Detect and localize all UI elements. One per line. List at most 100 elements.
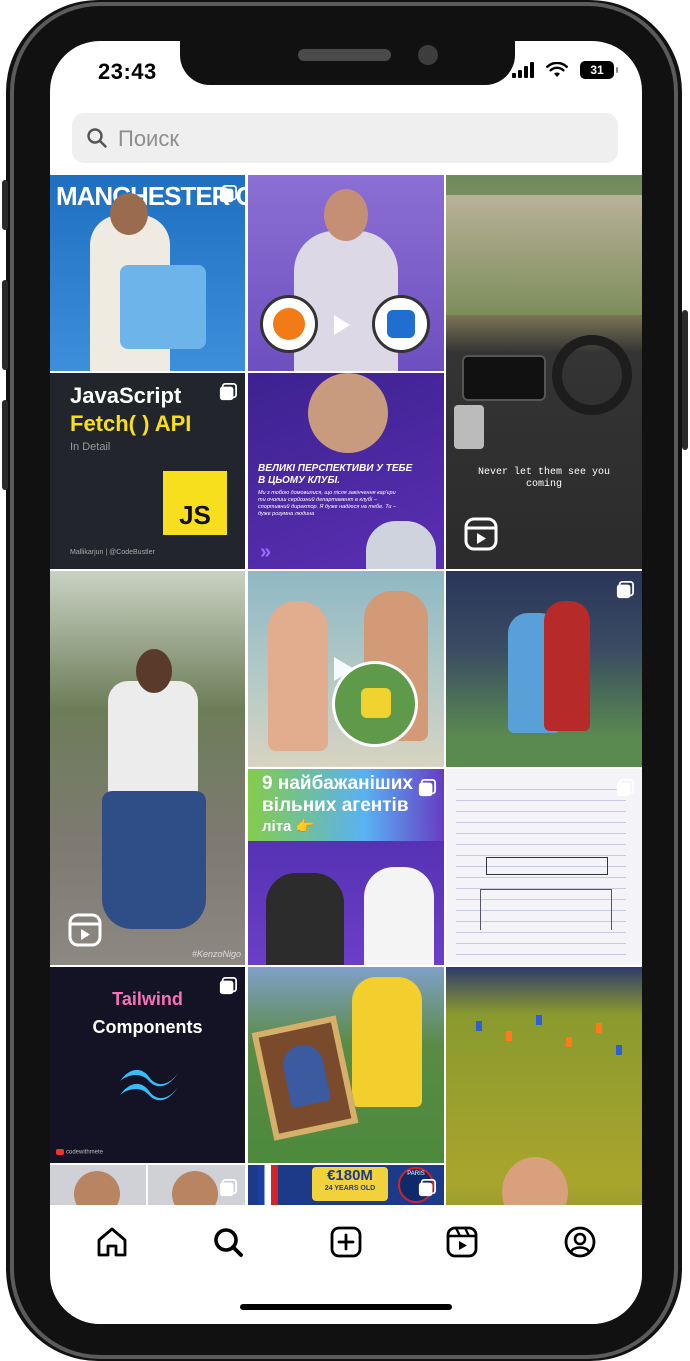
post-image-player-head: [502, 1157, 568, 1205]
post-image-man: [366, 521, 436, 569]
post-tile-free-agents[interactable]: 9 найбажаніших вільних агентів літа 👉: [248, 769, 444, 965]
front-camera: [418, 45, 438, 65]
post-tile-racing-sim[interactable]: Never let them see you coming: [446, 175, 642, 569]
status-time: 23:43: [98, 59, 157, 84]
post-image-player-right: [364, 867, 434, 965]
club-badge-text: PARIS: [407, 1171, 425, 1177]
profile-icon: [564, 1226, 596, 1258]
search-icon: [214, 1228, 243, 1257]
carousel-icon: [418, 1179, 436, 1197]
price-subtext: 24 YEARS OLD: [324, 1185, 376, 1192]
nav-search[interactable]: [208, 1222, 248, 1262]
post-line-2: Components: [92, 1017, 203, 1037]
post-image-jersey: [120, 265, 206, 349]
side-button-power: [682, 310, 688, 450]
reels-icon: [464, 517, 498, 551]
post-tile-fashion-street[interactable]: #KenzoNigo: [50, 571, 245, 965]
post-tile-ronaldo-right[interactable]: [148, 1165, 245, 1205]
post-line-1: JavaScript: [70, 383, 182, 408]
post-image-player-left: [268, 601, 328, 751]
post-tile-javascript-fetch[interactable]: JavaScript Fetch( ) API In Detail JS Mal…: [50, 373, 245, 569]
carousel-icon: [418, 779, 436, 797]
explore-grid: MANCHESTER CI Never let them see you com…: [50, 175, 642, 1205]
notch: [180, 41, 515, 85]
nav-reels[interactable]: [442, 1222, 482, 1262]
post-line-1: Tailwind: [112, 989, 183, 1009]
post-line-1: 9 найбажаніших: [262, 773, 413, 794]
youtube-icon: [56, 1149, 64, 1155]
search-bar[interactable]: Поиск: [72, 113, 618, 163]
carousel-icon: [219, 383, 237, 401]
price-banner: €180M 24 YEARS OLD: [312, 1167, 388, 1201]
post-image-player: [352, 977, 422, 1107]
post-caption-line-2: coming: [525, 479, 562, 490]
post-image-trousers: [102, 791, 206, 929]
speaker: [298, 49, 391, 61]
nav-profile[interactable]: [560, 1222, 600, 1262]
post-image-head: [110, 193, 148, 235]
side-button-volume-down: [2, 400, 8, 490]
post-image-wheel: [552, 335, 632, 415]
post-tile-beach-footballers[interactable]: [248, 571, 444, 767]
post-headline: MANCHESTER CI: [56, 181, 245, 211]
search-icon: [87, 128, 107, 148]
chevrons-icon: »: [260, 541, 272, 563]
post-tile-tailwind-components[interactable]: Tailwind Components codewithmete: [50, 967, 245, 1163]
post-image-head: [136, 649, 172, 693]
post-line-2: вільних агентів: [262, 795, 409, 816]
post-credit-text: codewithmete: [66, 1149, 104, 1156]
post-image-player-left: [266, 873, 344, 965]
plus-square-icon: [330, 1226, 362, 1258]
price-text: €180M: [327, 1167, 373, 1184]
vs-arrow-icon: [334, 315, 350, 335]
post-image-dash: [462, 355, 546, 401]
nav-create[interactable]: [326, 1222, 366, 1262]
post-tile-handwritten-notes[interactable]: [446, 769, 642, 965]
post-tile-manchester-city[interactable]: MANCHESTER CI: [50, 175, 245, 371]
player-dots: [466, 997, 626, 1077]
screen: 23:43 31 Поиск MANCHESTER CI Never let t…: [50, 41, 642, 1324]
home-indicator[interactable]: [240, 1304, 452, 1310]
reels-icon: [446, 1226, 478, 1258]
post-line-3: In Detail: [70, 441, 111, 453]
post-line-2: Fetch( ) API: [70, 411, 192, 436]
post-tile-ronaldo-left[interactable]: [50, 1165, 146, 1205]
post-body: Ми з тобою домовилися, що після закінчен…: [258, 490, 397, 517]
search-input[interactable]: Поиск: [118, 126, 179, 152]
post-tile-quote-purple[interactable]: ВЕЛИКІ ПЕРСПЕКТИВИ У ТЕБЕ В ЦЬОМУ КЛУБІ.…: [248, 373, 444, 569]
reels-icon: [68, 913, 102, 947]
js-logo: JS: [163, 471, 227, 535]
post-image-head: [172, 1171, 218, 1205]
post-watermark: #KenzoNigo: [191, 949, 241, 959]
wifi-icon: [546, 62, 568, 77]
play-arrow-icon: [334, 657, 354, 681]
side-button-mute: [2, 180, 8, 230]
post-tile-retro-match[interactable]: [446, 571, 642, 767]
post-tile-shakhtar[interactable]: [248, 175, 444, 371]
post-image-shifter: [454, 405, 484, 449]
battery-indicator: 31: [580, 61, 618, 79]
cellular-signal-icon: [512, 62, 534, 78]
post-tile-mbappe-transfer[interactable]: €180M 24 YEARS OLD PARIS: [248, 1165, 444, 1205]
post-credit: Mallikarjun | @CodeBustler: [70, 549, 155, 556]
carousel-icon: [219, 185, 237, 203]
home-icon: [97, 1227, 127, 1257]
post-image-head: [74, 1171, 120, 1205]
flag-stripe: [258, 1165, 278, 1205]
club-badge-shakhtar: [260, 295, 318, 353]
carousel-icon: [219, 1179, 237, 1197]
post-tile-match-aerial[interactable]: [446, 967, 642, 1205]
post-line-3: літа 👉: [262, 818, 315, 835]
post-title: ВЕЛИКІ ПЕРСПЕКТИВИ У ТЕБЕ В ЦЬОМУ КЛУБІ.: [258, 463, 413, 486]
post-caption: Never let them see you coming: [462, 467, 626, 491]
side-button-volume-up: [2, 280, 8, 370]
post-image-screen: [446, 195, 642, 315]
post-image-person: [308, 373, 388, 453]
post-caption-line-1: Never let them see you: [477, 467, 611, 478]
post-image-painting: [251, 1015, 359, 1141]
post-tile-portrait-gift[interactable]: [248, 967, 444, 1163]
carousel-icon: [219, 977, 237, 995]
post-image-head: [324, 189, 368, 241]
nav-home[interactable]: [92, 1222, 132, 1262]
status-icons: 31: [512, 61, 618, 79]
